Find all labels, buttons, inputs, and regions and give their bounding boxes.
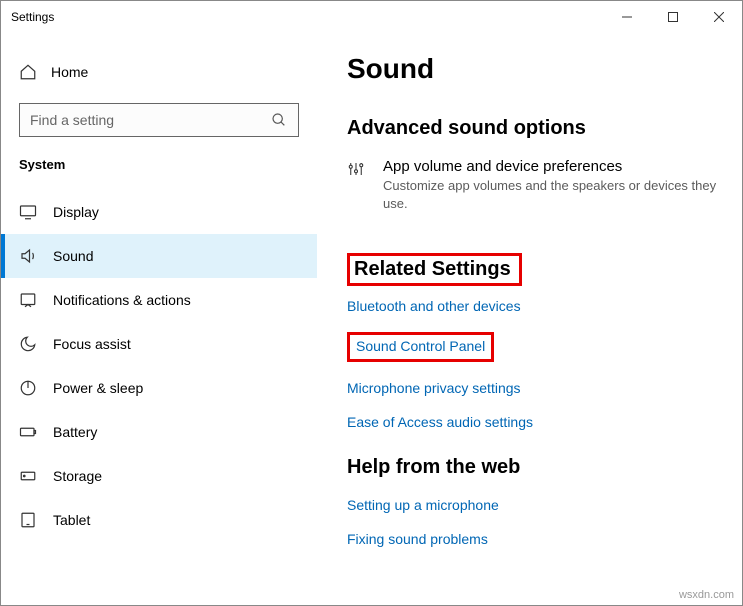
help-heading: Help from the web — [347, 456, 722, 479]
link-fix-sound[interactable]: Fixing sound problems — [347, 531, 722, 547]
link-setup-mic[interactable]: Setting up a microphone — [347, 497, 722, 513]
sidebar: Home System Display Sound Notifica — [1, 33, 317, 605]
focus-assist-icon — [19, 335, 37, 353]
sidebar-item-label: Storage — [53, 468, 102, 484]
sidebar-item-sound[interactable]: Sound — [1, 234, 317, 278]
home-label: Home — [51, 64, 88, 80]
sidebar-item-label: Sound — [53, 248, 93, 264]
sidebar-item-focus-assist[interactable]: Focus assist — [1, 322, 317, 366]
notifications-icon — [19, 291, 37, 309]
sidebar-item-notifications[interactable]: Notifications & actions — [1, 278, 317, 322]
page-title: Sound — [347, 53, 722, 85]
adv-item-desc: Customize app volumes and the speakers o… — [383, 177, 722, 213]
sound-icon — [19, 247, 37, 265]
storage-icon — [19, 467, 37, 485]
sidebar-item-label: Tablet — [53, 512, 90, 528]
sliders-icon — [347, 160, 365, 178]
power-icon — [19, 379, 37, 397]
sidebar-item-label: Notifications & actions — [53, 292, 191, 308]
search-icon — [270, 111, 288, 129]
related-heading: Related Settings — [354, 258, 511, 281]
tablet-icon — [19, 511, 37, 529]
sidebar-item-power-sleep[interactable]: Power & sleep — [1, 366, 317, 410]
maximize-button[interactable] — [650, 1, 696, 33]
highlight-related-settings: Related Settings — [347, 253, 522, 286]
section-system-label: System — [1, 153, 317, 190]
display-icon — [19, 203, 37, 221]
link-mic-privacy[interactable]: Microphone privacy settings — [347, 380, 722, 396]
titlebar: Settings — [1, 1, 742, 33]
content: Sound Advanced sound options App volume … — [317, 33, 742, 605]
home-icon — [19, 63, 37, 81]
adv-option-row[interactable]: App volume and device preferences Custom… — [347, 158, 722, 213]
sidebar-item-storage[interactable]: Storage — [1, 454, 317, 498]
close-button[interactable] — [696, 1, 742, 33]
link-sound-control-panel[interactable]: Sound Control Panel — [356, 338, 485, 354]
battery-icon — [19, 423, 37, 441]
highlight-sound-control-panel: Sound Control Panel — [347, 332, 494, 362]
home-nav[interactable]: Home — [1, 55, 317, 89]
window-title: Settings — [11, 10, 54, 24]
link-bluetooth[interactable]: Bluetooth and other devices — [347, 298, 722, 314]
link-ease-access[interactable]: Ease of Access audio settings — [347, 414, 722, 430]
search-input[interactable] — [19, 103, 299, 137]
sidebar-item-label: Power & sleep — [53, 380, 143, 396]
search-field[interactable] — [30, 112, 270, 128]
sidebar-item-label: Battery — [53, 424, 97, 440]
sidebar-item-display[interactable]: Display — [1, 190, 317, 234]
adv-item-title: App volume and device preferences — [383, 158, 722, 175]
layout: Home System Display Sound Notifica — [1, 33, 742, 605]
sidebar-item-battery[interactable]: Battery — [1, 410, 317, 454]
watermark: wsxdn.com — [679, 589, 734, 601]
sidebar-item-label: Display — [53, 204, 99, 220]
sidebar-item-label: Focus assist — [53, 336, 131, 352]
minimize-button[interactable] — [604, 1, 650, 33]
sidebar-item-tablet[interactable]: Tablet — [1, 498, 317, 542]
advanced-heading: Advanced sound options — [347, 117, 722, 140]
